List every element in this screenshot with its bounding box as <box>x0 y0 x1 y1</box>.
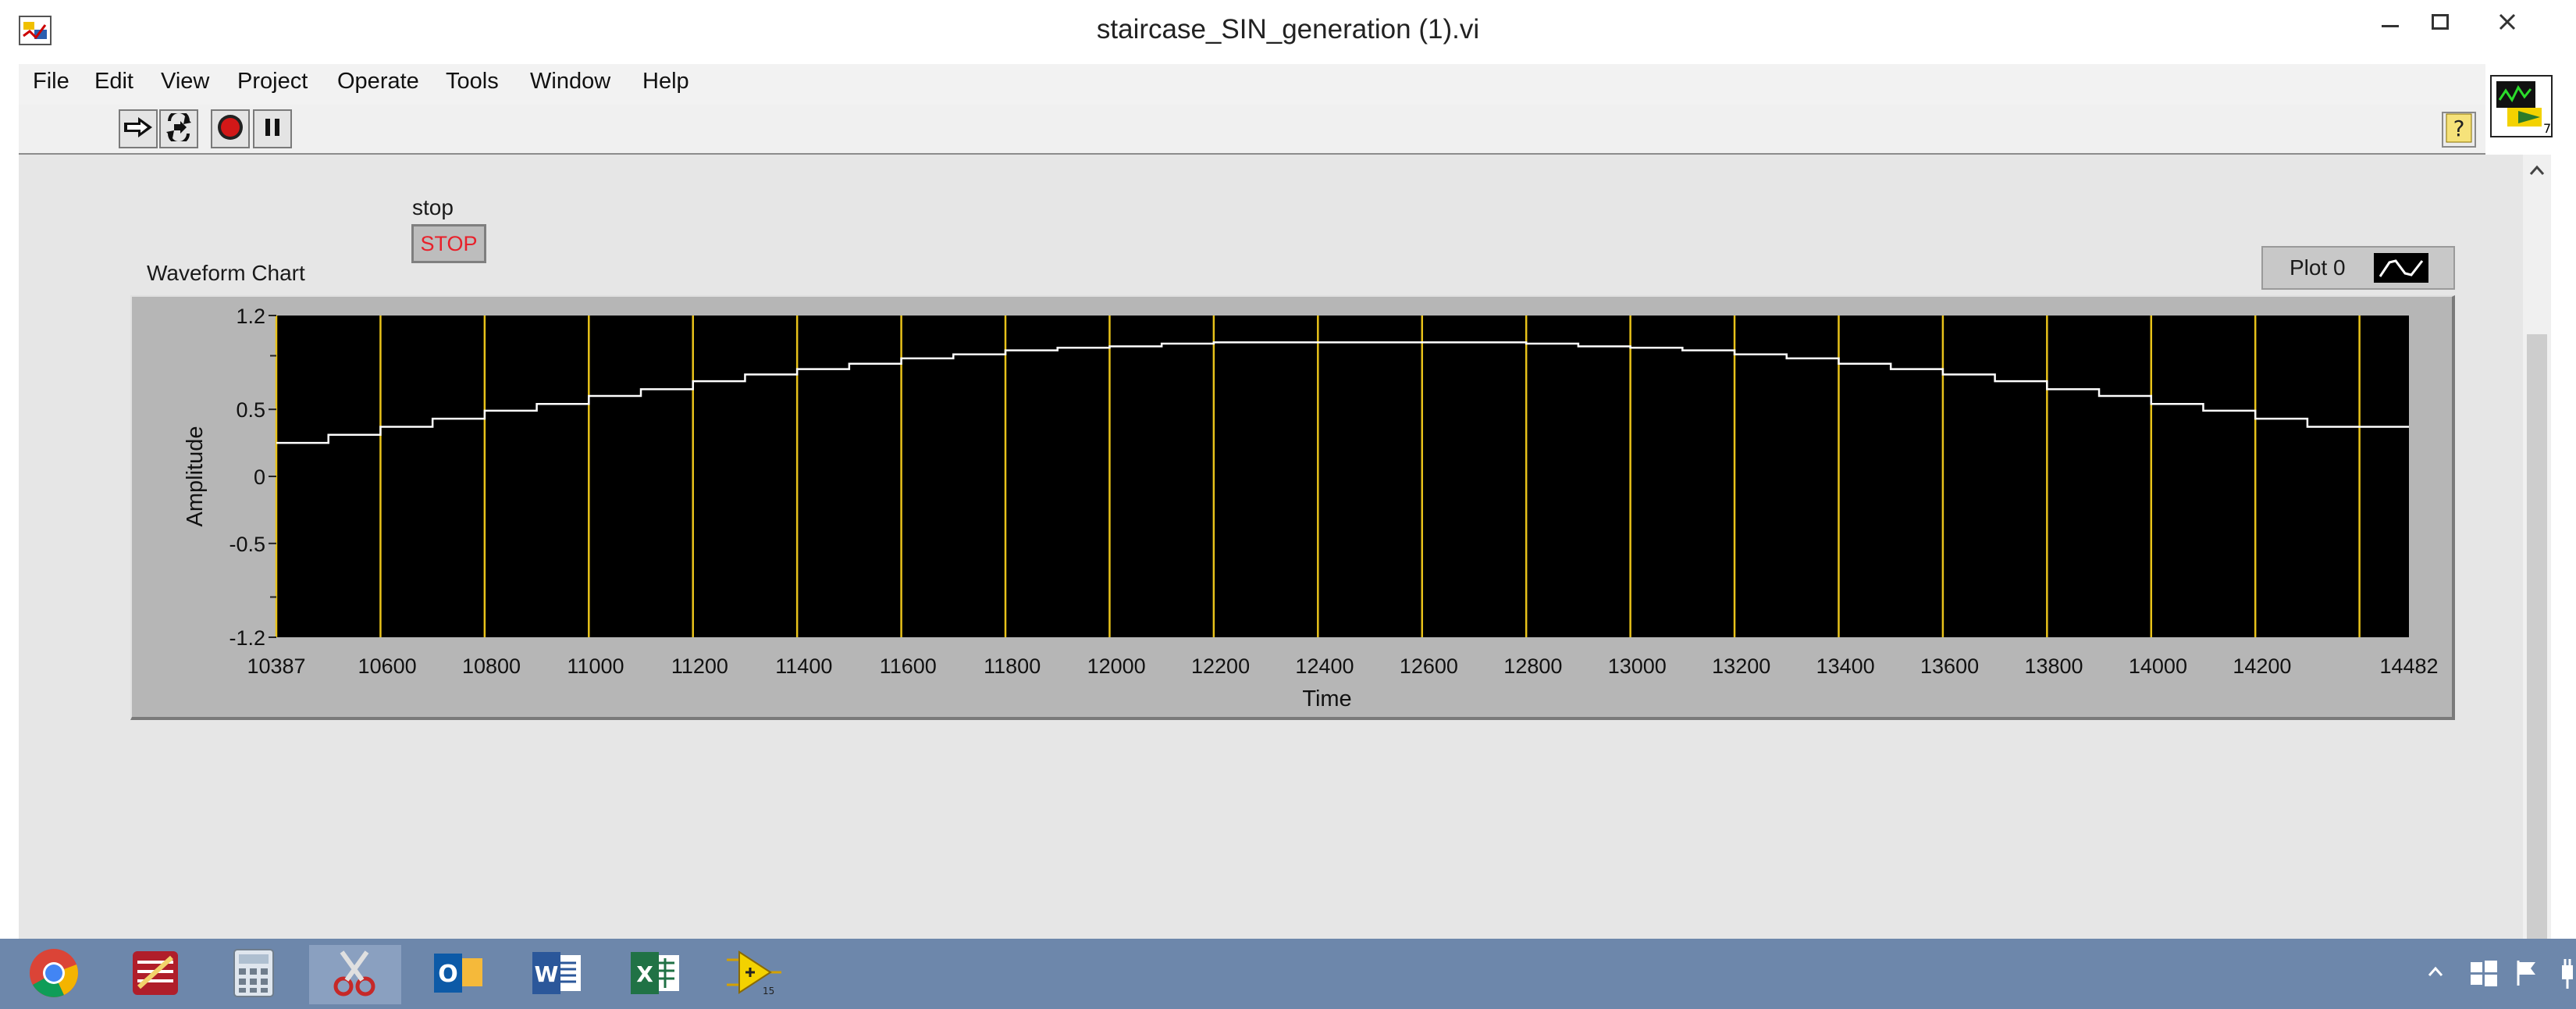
taskbar: O W X 15 <box>0 939 2576 1009</box>
x-tick-label: 12600 <box>1400 654 1458 678</box>
taskbar-word[interactable]: W <box>511 945 603 1004</box>
taskbar-excel[interactable]: X <box>609 945 701 1004</box>
abort-icon <box>216 113 244 144</box>
taskbar-chrome[interactable] <box>8 945 100 1004</box>
x-tick-label: 13400 <box>1816 654 1875 678</box>
abort-button[interactable] <box>211 109 250 148</box>
menu-view[interactable]: View <box>161 69 209 94</box>
chrome-icon <box>28 947 80 1002</box>
x-tick-label: 11400 <box>775 654 832 678</box>
outlook-icon: O <box>431 947 486 1002</box>
x-tick-label: 10800 <box>462 654 521 678</box>
svg-text:W: W <box>535 961 559 987</box>
run-continuously-icon <box>163 110 194 144</box>
menu-tools[interactable]: Tools <box>446 69 499 94</box>
legend-plot-swatch[interactable] <box>2374 253 2428 283</box>
y-axis-title: Amplitude <box>183 426 208 527</box>
vi-icon-badge: 7 <box>2543 121 2551 136</box>
svg-text:X: X <box>636 961 653 987</box>
context-help-button[interactable]: ? <box>2442 112 2476 148</box>
x-tick-label: 12000 <box>1087 654 1146 678</box>
minimize-button[interactable] <box>2365 6 2415 41</box>
close-icon <box>2498 12 2517 34</box>
svg-text:O: O <box>438 961 458 988</box>
tray-power-plug-icon[interactable] <box>2559 957 2576 992</box>
y-tick-label: 0 <box>254 465 265 489</box>
x-tick-label: 14482 <box>2379 654 2438 678</box>
x-tick-label: 12200 <box>1191 654 1250 678</box>
x-tick-label: 14200 <box>2233 654 2291 678</box>
window-title: staircase_SIN_generation (1).vi <box>1096 14 1480 45</box>
help-glyph: ? <box>2453 116 2465 141</box>
y-tick-label: -1.2 <box>229 626 265 650</box>
x-tick-label: 13200 <box>1712 654 1770 678</box>
menu-help[interactable]: Help <box>642 69 689 94</box>
close-button[interactable] <box>2482 6 2532 41</box>
winrar-icon <box>128 947 183 1003</box>
scrollbar-thumb[interactable] <box>2527 334 2547 943</box>
x-tick-label: 13000 <box>1608 654 1667 678</box>
x-tick-label: 12400 <box>1295 654 1354 678</box>
tray-windows-flag-icon[interactable] <box>2470 961 2498 990</box>
maximize-icon <box>2432 14 2449 33</box>
x-tick-label: 10600 <box>358 654 417 678</box>
calculator-icon <box>232 947 276 1002</box>
stop-control-label: stop <box>412 195 454 219</box>
labview-icon: 15 <box>722 947 785 1002</box>
taskbar-snipping-tool[interactable] <box>309 945 401 1004</box>
x-tick-label: 12800 <box>1503 654 1562 678</box>
tray-show-hidden-icon[interactable] <box>2428 965 2443 980</box>
snipping-tool-icon <box>328 947 382 1002</box>
vi-icon[interactable]: 7 <box>2490 75 2553 137</box>
waveform-chart-svg: 1.2 0.5 0 -0.5 -1.2 10387 10600 10800 11000 11200… <box>183 305 2439 711</box>
menu-operate[interactable]: Operate <box>337 69 419 94</box>
x-tick-label: 13600 <box>1920 654 1979 678</box>
maximize-button[interactable] <box>2415 6 2465 41</box>
toolbar <box>19 105 2485 155</box>
x-tick-label: 11800 <box>984 654 1041 678</box>
help-icon: ? <box>2446 113 2472 146</box>
waveform-chart[interactable]: 1.2 0.5 0 -0.5 -1.2 10387 10600 10800 11000 11200… <box>130 295 2455 720</box>
run-arrow-icon <box>123 115 154 143</box>
menu-file[interactable]: File <box>33 69 69 94</box>
plot-area <box>276 316 2409 637</box>
menu-project[interactable]: Project <box>237 69 308 94</box>
legend-plot-name: Plot 0 <box>2290 255 2346 280</box>
taskbar-winrar[interactable] <box>109 945 201 1004</box>
excel-icon: X <box>628 947 682 1002</box>
tray-action-center-flag-icon[interactable] <box>2515 959 2539 990</box>
pause-button[interactable] <box>253 109 292 148</box>
plot-legend[interactable]: Plot 0 <box>2261 246 2455 290</box>
x-tick-label: 11600 <box>880 654 937 678</box>
x-tick-label: 10387 <box>247 654 305 678</box>
x-tick-label: 13800 <box>2024 654 2083 678</box>
minimize-icon <box>2382 16 2399 31</box>
x-tick-label: 14000 <box>2129 654 2187 678</box>
waveform-chart-label: Waveform Chart <box>147 261 305 285</box>
stop-button[interactable]: STOP <box>411 224 486 263</box>
menu-edit[interactable]: Edit <box>94 69 133 94</box>
word-icon: W <box>529 947 584 1002</box>
taskbar-outlook[interactable]: O <box>412 945 504 1004</box>
menu-bar: File Edit View Project Operate Tools Win… <box>19 64 2485 105</box>
y-tick-label: -0.5 <box>229 533 265 556</box>
run-continuously-button[interactable] <box>159 109 198 148</box>
vertical-scrollbar[interactable] <box>2523 155 2551 943</box>
svg-text:15: 15 <box>763 986 774 997</box>
scroll-up-arrow-icon[interactable] <box>2523 155 2551 186</box>
title-bar: staircase_SIN_generation (1).vi <box>0 0 2576 64</box>
taskbar-calculator[interactable] <box>208 945 300 1004</box>
pause-icon <box>261 116 284 142</box>
run-button[interactable] <box>119 109 158 148</box>
menu-window[interactable]: Window <box>530 69 610 94</box>
x-tick-label: 11000 <box>567 654 624 678</box>
y-tick-label: 0.5 <box>236 398 265 422</box>
x-tick-label: 11200 <box>671 654 728 678</box>
taskbar-labview[interactable]: 15 <box>707 945 799 1004</box>
x-axis-title: Time <box>1302 686 1351 711</box>
y-tick-label: 1.2 <box>236 305 265 328</box>
